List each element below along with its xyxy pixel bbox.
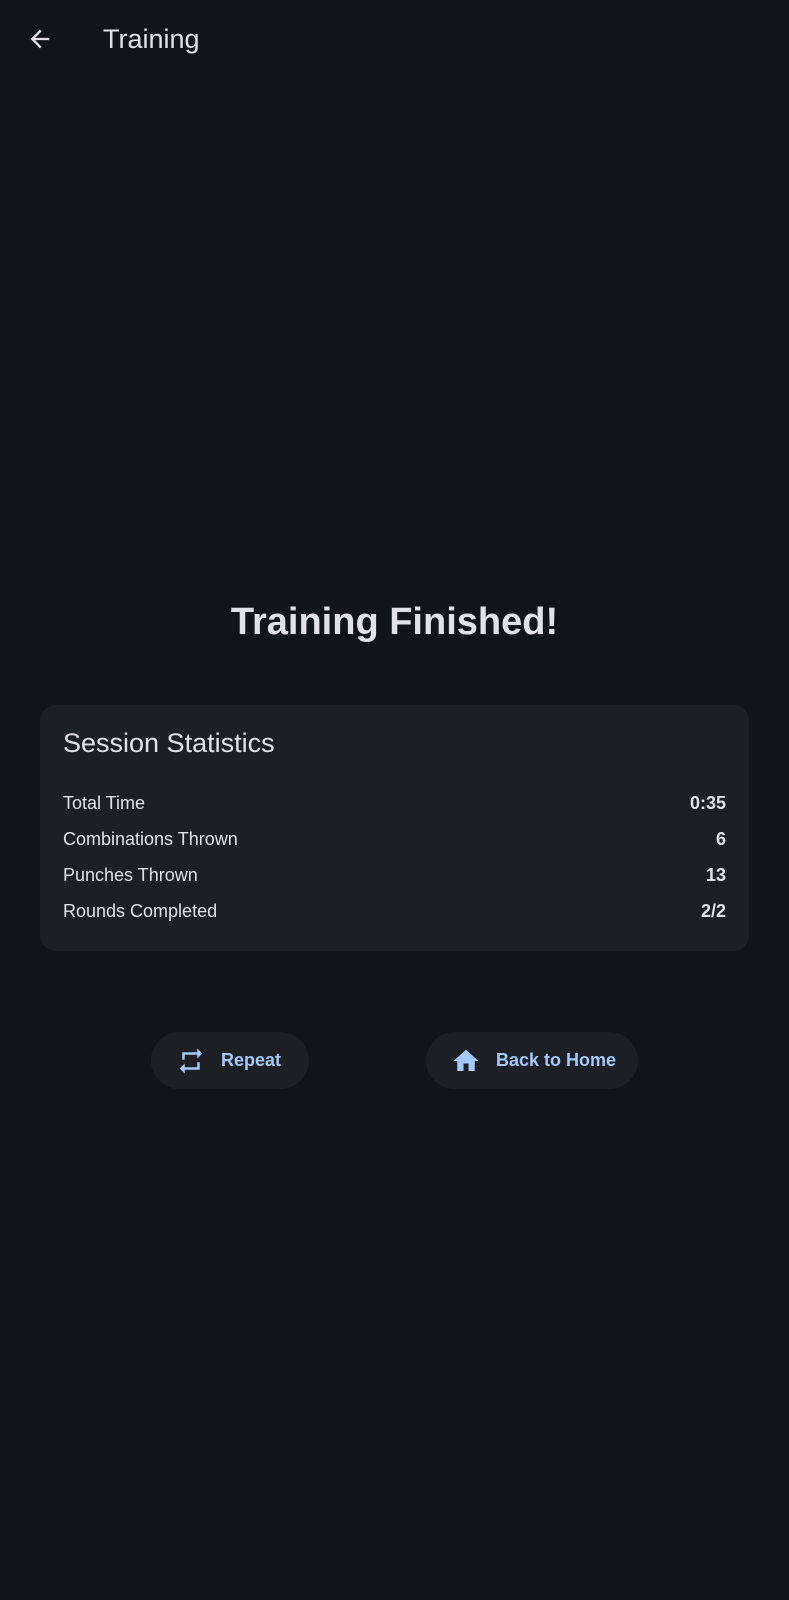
stat-row-total-time: Total Time 0:35 (63, 790, 726, 816)
repeat-icon (176, 1046, 206, 1076)
back-to-home-button[interactable]: Back to Home (426, 1032, 638, 1089)
top-app-bar: Training (0, 0, 789, 78)
stat-row-punches-thrown: Punches Thrown 13 (63, 862, 726, 888)
stat-label: Total Time (63, 792, 146, 813)
stat-value: 6 (715, 828, 726, 849)
stat-label: Combinations Thrown (63, 828, 238, 849)
app-screen: Training Training Finished! Session Stat… (0, 0, 789, 1600)
repeat-label: Repeat (221, 1050, 282, 1070)
stat-row-combinations-thrown: Combinations Thrown 6 (63, 826, 726, 852)
stat-value: 13 (705, 864, 726, 885)
stat-value: 0:35 (689, 792, 726, 813)
stat-label: Punches Thrown (63, 864, 198, 885)
card-title: Session Statistics (63, 728, 275, 758)
arrow-back-icon (30, 29, 50, 49)
repeat-button[interactable]: Repeat (151, 1032, 309, 1089)
back-to-home-label: Back to Home (496, 1050, 617, 1070)
training-finished-heading: Training Finished! (230, 601, 559, 643)
session-statistics-card: Session Statistics Total Time 0:35 Combi… (40, 705, 749, 951)
home-icon (451, 1046, 481, 1076)
page-title: Training (103, 24, 200, 54)
stat-row-rounds-completed: Rounds Completed 2/2 (63, 898, 726, 924)
stat-label: Rounds Completed (63, 900, 218, 921)
stat-value: 2/2 (700, 900, 726, 921)
back-button[interactable] (16, 15, 64, 63)
